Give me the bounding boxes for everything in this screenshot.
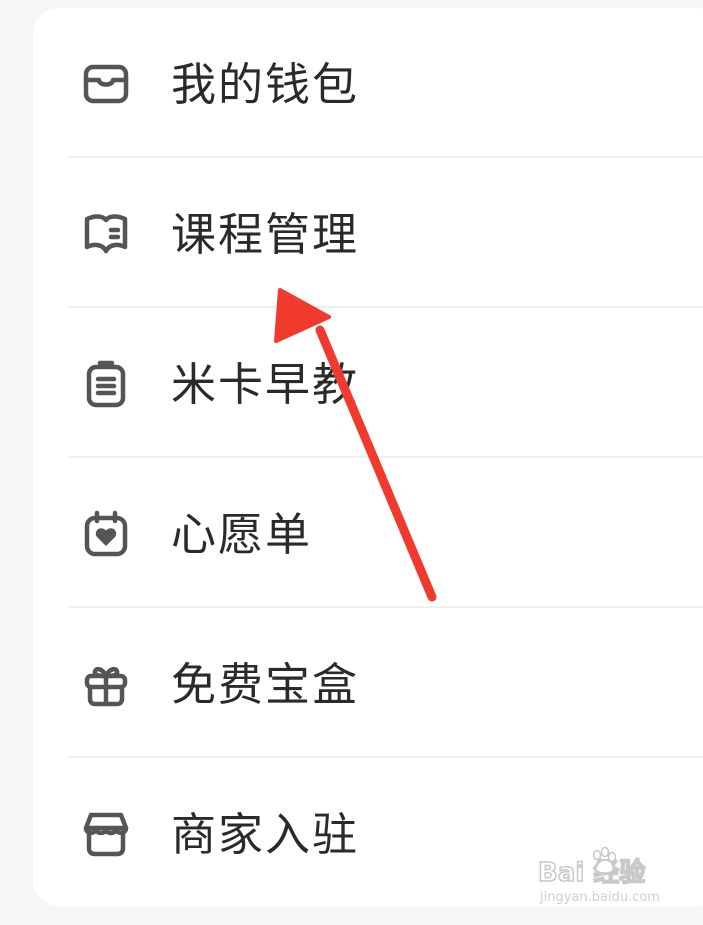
clipboard-icon [81, 359, 131, 409]
menu-item-merchant-onboarding[interactable]: 商家入驻 [33, 758, 703, 908]
menu-item-mika-early-education[interactable]: 米卡早教 [33, 308, 703, 458]
menu-item-label: 米卡早教 [171, 358, 360, 411]
menu-item-free-box[interactable]: 免费宝盒 [33, 608, 703, 758]
wallet-icon [81, 59, 131, 109]
course-book-icon [81, 209, 131, 259]
calendar-heart-icon [81, 509, 131, 559]
menu-item-wish-list[interactable]: 心愿单 [33, 458, 703, 608]
menu-item-label: 商家入驻 [171, 808, 360, 861]
menu-card: 我的钱包 课程管理 米卡早教 心愿单 免费宝盒 商家入驻 [33, 8, 703, 906]
menu-item-label: 我的钱包 [171, 58, 360, 111]
gift-box-icon [81, 659, 131, 709]
menu-item-label: 课程管理 [171, 208, 360, 261]
menu-item-wallet[interactable]: 我的钱包 [33, 8, 703, 158]
menu-item-course-management[interactable]: 课程管理 [33, 158, 703, 308]
menu-item-label: 心愿单 [171, 508, 313, 561]
menu-item-label: 免费宝盒 [171, 658, 360, 711]
store-icon [81, 809, 131, 859]
